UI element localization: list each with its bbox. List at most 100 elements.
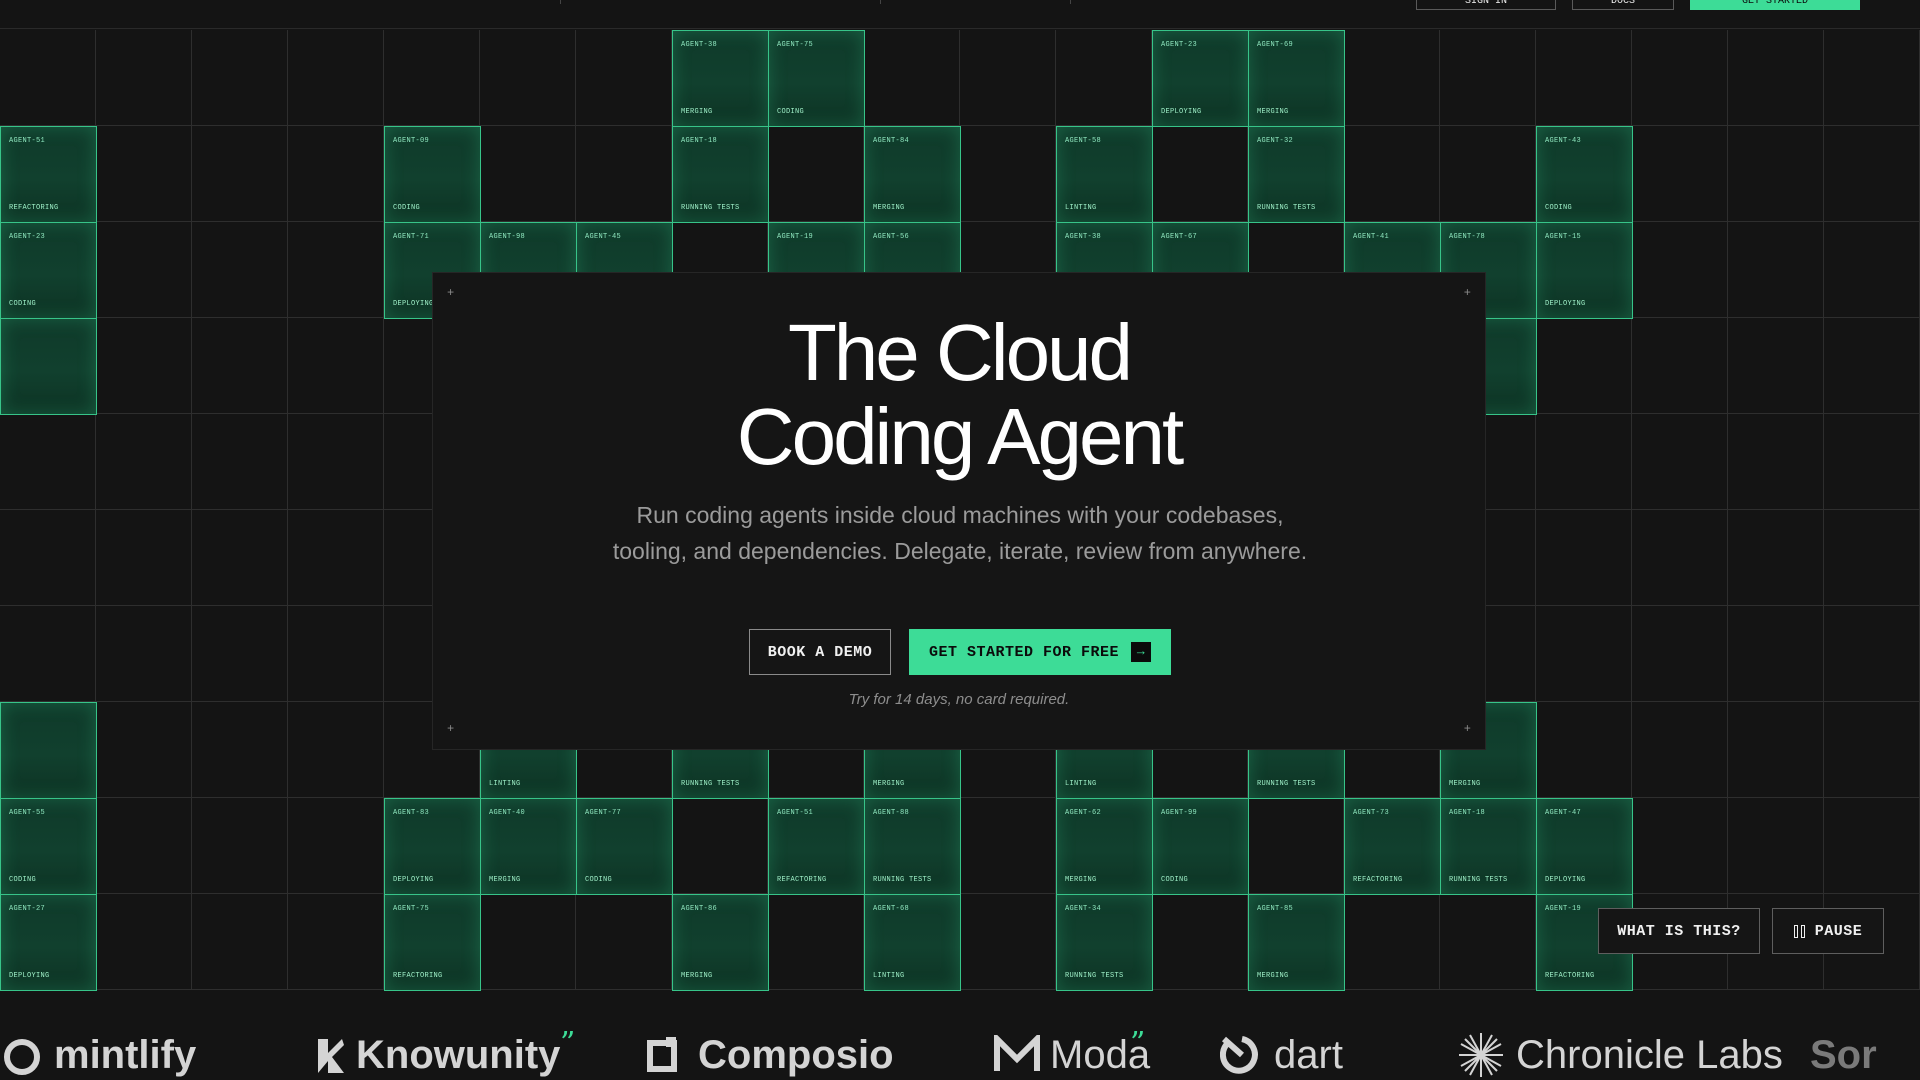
hero-subtitle: Run coding agents inside cloud machines … [612,502,1308,564]
agent-id-label: AGENT-75 [777,41,814,49]
agent-id-label: AGENT-47 [1545,809,1582,817]
agent-id-label: AGENT-38 [1065,233,1102,241]
grid-cell [192,510,288,606]
grid-cell [288,222,384,318]
agent-id-label: AGENT-18 [681,137,718,145]
grid-cell [96,798,192,894]
book-demo-label: BOOK A DEMO [767,643,873,661]
agent-tile: AGENT-69 MERGING [1248,30,1345,127]
logo-name: Chronicle Labs [1516,1033,1783,1077]
agent-status-label: RUNNING TESTS [1065,972,1124,980]
agent-status-label: REFACTORING [1353,876,1403,884]
grid-cell [1536,510,1632,606]
grid-cell [1632,510,1728,606]
grid-cell [1824,30,1920,126]
agent-status-label: REFACTORING [9,204,59,212]
agent-status-label: REFACTORING [1545,972,1595,980]
grid-cell [1728,798,1824,894]
agent-tile: AGENT-38 MERGING [672,30,769,127]
agent-status-label: MERGING [1449,780,1481,788]
agent-status-label: RUNNING TESTS [681,204,740,212]
knowunity-icon [318,1039,344,1073]
grid-cell [1728,126,1824,222]
grid-cell [1728,510,1824,606]
docs-button[interactable]: DOCS [1572,0,1674,10]
agent-status-label: LINTING [1065,780,1097,788]
grid-cell [1728,318,1824,414]
agent-tile: AGENT-84 MERGING [864,126,961,223]
agent-id-label: AGENT-75 [393,905,430,913]
hero-card: + + + + The Cloud Coding Agent Run codin… [432,272,1486,750]
grid-cell [1632,30,1728,126]
sign-in-button[interactable]: SIGN IN [1416,0,1556,10]
grid-cell [288,414,384,510]
agent-tile: AGENT-15 DEPLOYING [1536,222,1633,319]
grid-cell [192,606,288,702]
agent-tile: AGENT-23 CODING [0,222,97,319]
grid-cell [480,30,576,126]
agent-status-label: LINTING [489,780,521,788]
agent-status-label: MERGING [873,780,905,788]
grid-cell [1440,126,1536,222]
agent-tile: AGENT-18 RUNNING TESTS [672,126,769,223]
grid-cell [1152,126,1248,222]
grid-cell [1536,414,1632,510]
grid-cell [1056,30,1152,126]
grid-cell [288,894,384,990]
grid-cell [96,606,192,702]
grid-cell [672,798,768,894]
grid-cell [1440,894,1536,990]
nav-divider [560,0,561,4]
agent-id-label: AGENT-27 [9,905,46,913]
grid-cell [1824,318,1920,414]
grid-cell [1632,318,1728,414]
agent-status-label: MERGING [1065,876,1097,884]
agent-status-label: CODING [585,876,613,884]
corner-plus-icon: + [447,722,455,736]
agent-id-label: AGENT-51 [777,809,814,817]
get-started-free-button[interactable]: GET STARTED FOR FREE → [909,629,1171,675]
agent-id-label: AGENT-83 [393,809,430,817]
grid-cell [1824,222,1920,318]
agent-id-label: AGENT-71 [393,233,430,241]
agent-tile: AGENT-27 DEPLOYING [0,894,97,991]
agent-tile: AGENT-88 RUNNING TESTS [864,798,961,895]
agent-status-label: CODING [1161,876,1189,884]
agent-tile: AGENT-62 MERGING [1056,798,1153,895]
agent-id-label: AGENT-77 [585,809,622,817]
get-started-label: GET STARTED FOR FREE [928,643,1120,661]
composio-logo: Composio [646,1030,894,1080]
agent-id-label: AGENT-98 [489,233,526,241]
book-demo-button[interactable]: BOOK A DEMO [749,629,891,675]
grid-cell [0,30,96,126]
agent-tile: AGENT-09 CODING [384,126,481,223]
agent-status-label: CODING [9,300,37,308]
agent-tile: AGENT-32 RUNNING TESTS [1248,126,1345,223]
grid-cell [96,510,192,606]
customer-logo-strip: mintlify Knowunity ” Composio Moda ” dar… [0,1000,1920,1080]
grid-cell [1728,606,1824,702]
agent-tile: AGENT-40 MERGING [480,798,577,895]
grid-cell [96,414,192,510]
grid-cell [96,894,192,990]
grid-cell [0,606,96,702]
grid-cell [192,414,288,510]
grid-cell [1536,606,1632,702]
agent-id-label: AGENT-62 [1065,809,1102,817]
composio-icon [647,1037,677,1072]
agent-status-label: REFACTORING [393,972,443,980]
top-get-started-button[interactable]: GET STARTED [1690,0,1860,10]
mintlify-logo: mintlify [0,1030,196,1080]
agent-status-label: DEPLOYING [1545,876,1586,884]
grid-cell [1536,30,1632,126]
grid-cell [576,30,672,126]
hero-title-line-1: The Cloud [787,308,1133,397]
grid-cell [96,30,192,126]
what-is-this-button[interactable]: WHAT IS THIS? [1598,908,1760,954]
agent-id-label: AGENT-23 [9,233,46,241]
agent-id-label: AGENT-88 [873,809,910,817]
pause-button[interactable]: PAUSE [1772,908,1884,954]
moda-logo: Moda [994,1030,1150,1080]
agent-status-label: DEPLOYING [1161,108,1202,116]
grid-cell [768,126,864,222]
